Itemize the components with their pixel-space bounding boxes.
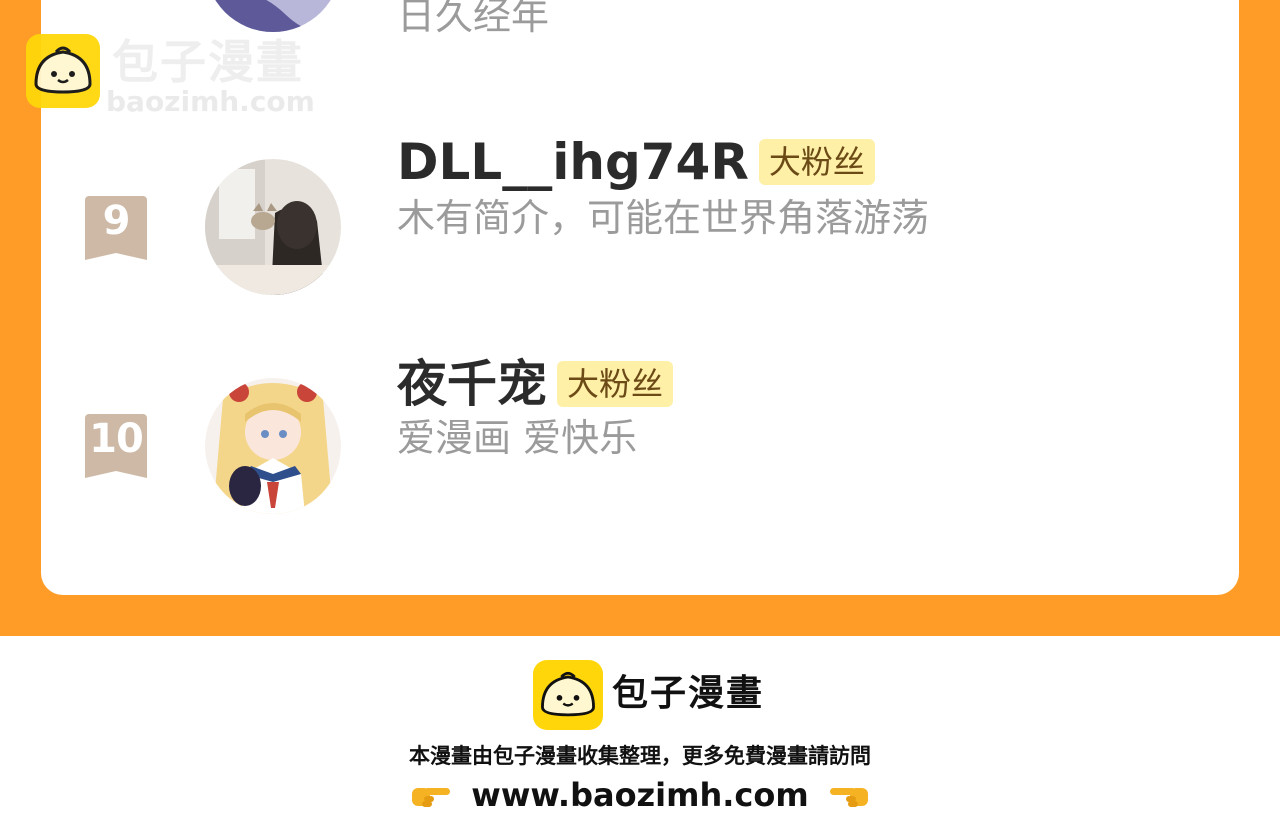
user-bio: 木有简介，可能在世界角落游荡 [397,196,930,240]
fan-level-badge: 大粉丝 [557,361,674,407]
bun-mascot-icon [26,34,100,108]
rank-number: 9 [102,198,131,244]
bun-mascot-icon [533,660,603,730]
photo-girl-with-cat-avatar[interactable] [205,159,341,295]
footer-site-link[interactable]: www.baozimh.com [471,774,808,816]
rank-badge: 10 [85,414,147,478]
anime-girl-avatar[interactable] [205,0,341,32]
watermark: 包子漫畫 baozimh.com [26,34,326,118]
pointing-right-hand-icon [410,780,452,810]
pointing-left-hand-icon [828,780,870,810]
user-name-text: DLL__ihg74R [397,133,749,191]
ranking-row[interactable]: 9 DLL__ihg74R 大粉丝 木有简介，可能在世界角落游荡 [41,134,1239,298]
user-name-text: 夜千宠 [397,355,547,413]
footer-site-title: 包子漫畫 [612,673,765,714]
footer-description: 本漫畫由包子漫畫收集整理，更多免費漫畫請訪問 [409,744,871,768]
watermark-title: 包子漫畫 [112,35,304,89]
footer-url-row: www.baozimh.com [0,774,1280,818]
ranking-row[interactable]: 10 夜千宠 大粉丝 爱漫画 爱快乐 [41,356,1239,518]
watermark-url: baozimh.com [106,85,315,118]
user-name[interactable]: DLL__ihg74R 大粉丝 [397,134,875,190]
user-bio: 爱漫画 爱快乐 [397,416,638,460]
sailor-moon-avatar[interactable] [205,378,341,514]
rank-number: 10 [89,416,144,462]
user-name[interactable]: 夜千宠 大粉丝 [397,355,674,413]
fan-level-badge: 大粉丝 [758,139,875,185]
page: 8 日久经年 9 [0,0,1280,836]
rank-badge: 9 [85,196,147,260]
user-bio: 日久经年 [397,0,550,38]
